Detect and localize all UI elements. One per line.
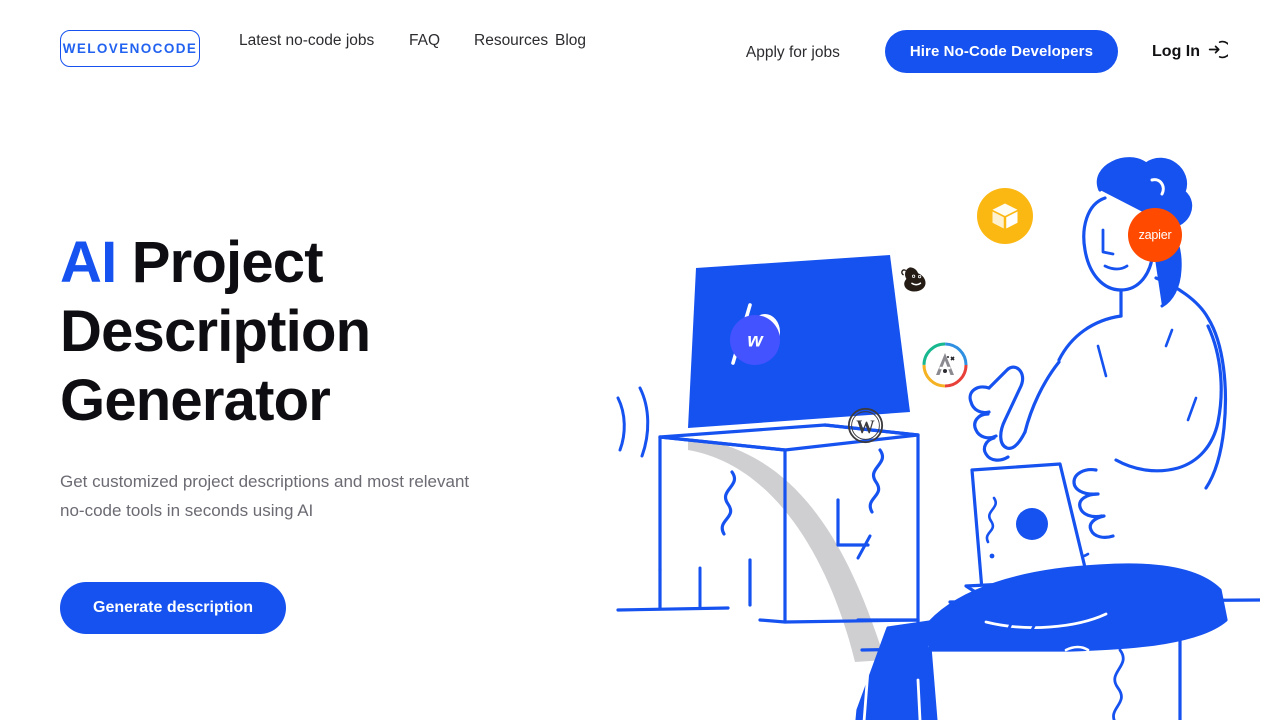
- nav-link-faq[interactable]: FAQ: [409, 30, 454, 51]
- nav-link-resources[interactable]: Resources: [474, 30, 548, 51]
- hire-no-code-developers-button[interactable]: Hire No-Code Developers: [884, 30, 1119, 73]
- bubble-logo-icon: [977, 188, 1033, 244]
- page-title: AI Project Description Generator: [60, 228, 580, 435]
- navbar: WELOVENOCODE Latest no-code jobs FAQ Res…: [0, 0, 1280, 100]
- landing-page: WELOVENOCODE Latest no-code jobs FAQ Res…: [0, 0, 1280, 720]
- page-title-accent: AI: [60, 230, 117, 295]
- webflow-logo-icon: w: [730, 315, 780, 365]
- primary-nav: Latest no-code jobs FAQ Resources Blog: [239, 30, 586, 51]
- hero-text-block: AI Project Description Generator Get cus…: [60, 228, 580, 634]
- wordpress-logo-icon: W: [847, 407, 884, 444]
- adalo-logo-icon: [921, 341, 969, 389]
- generate-description-button[interactable]: Generate description: [60, 582, 287, 634]
- login-arrow-icon: [1207, 39, 1232, 65]
- login-button[interactable]: Log In: [1152, 39, 1232, 65]
- secondary-nav: Apply for jobs Hire No-Code Developers L…: [746, 30, 1232, 73]
- site-logo[interactable]: WELOVENOCODE: [60, 30, 200, 67]
- zapier-logo-text: zapier: [1138, 228, 1172, 242]
- hero-subtitle: Get customized project descriptions and …: [60, 472, 470, 520]
- svg-text:W: W: [856, 418, 875, 438]
- svg-text:w: w: [747, 330, 764, 352]
- nav-link-blog[interactable]: Blog: [555, 30, 586, 51]
- zapier-logo-icon: zapier: [1128, 208, 1182, 262]
- nav-link-latest-no-code-jobs[interactable]: Latest no-code jobs: [239, 30, 409, 51]
- login-label: Log In: [1152, 43, 1200, 60]
- nav-link-apply-for-jobs[interactable]: Apply for jobs: [746, 44, 840, 62]
- site-logo-text: WELOVENOCODE: [62, 41, 198, 56]
- mailchimp-logo-icon: [898, 261, 934, 297]
